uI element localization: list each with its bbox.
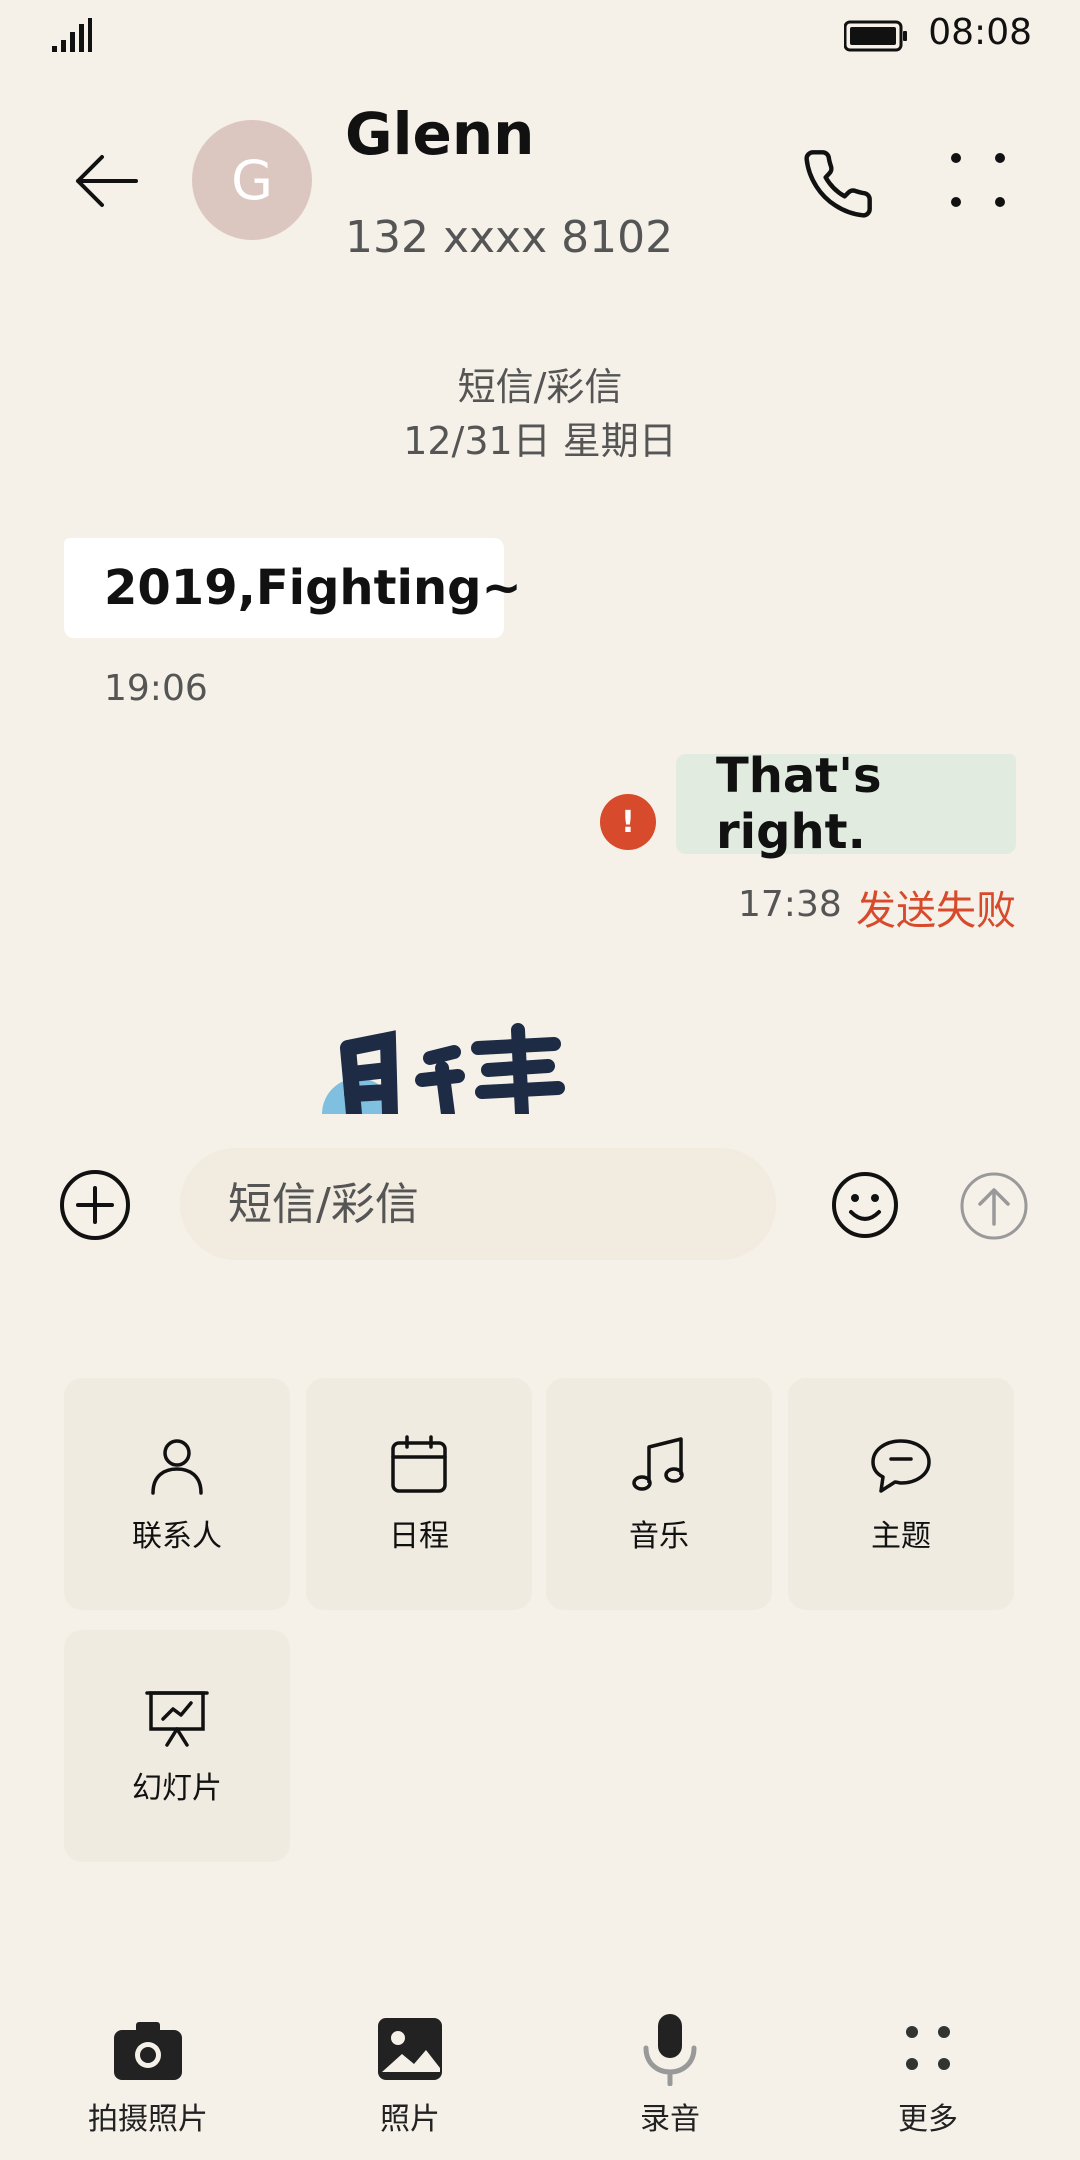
emoji-icon[interactable] [830,1170,900,1240]
dots-grid-icon [906,2026,950,2070]
incoming-message-text: 2019,Fighting~ [104,560,522,616]
contact-number: 132 xxxx 8102 [345,212,674,263]
bottom-label: 更多 [898,2102,958,2137]
contact-name: Glenn [345,100,535,168]
attach-theme-tile[interactable]: 主题 [788,1378,1014,1610]
status-time: 08:08 [928,12,1032,53]
microphone-icon [643,2014,697,2086]
music-note-icon [632,1437,684,1491]
tile-label: 主题 [871,1519,931,1554]
bottom-label: 照片 [380,2102,440,2137]
slideshow-icon [145,1691,209,1747]
tile-label: 幻灯片 [132,1771,222,1806]
date-label: 12/31日 星期日 [403,419,677,463]
send-icon[interactable] [958,1170,1030,1242]
tile-label: 音乐 [629,1519,689,1554]
bottom-label: 录音 [640,2102,700,2137]
record-audio-button[interactable]: 录音 [580,2010,760,2138]
incoming-message-bubble[interactable]: 2019,Fighting~ [64,538,522,638]
outgoing-message-time: 17:38 [738,884,842,925]
message-input[interactable] [180,1148,776,1260]
incoming-message-time: 19:06 [104,668,208,709]
take-photo-button[interactable]: 拍摄照片 [58,2010,238,2138]
calendar-icon [391,1435,447,1493]
send-error-icon[interactable]: ! [600,794,656,850]
photos-button[interactable]: 照片 [320,2010,500,2138]
attach-slideshow-tile[interactable]: 幻灯片 [64,1630,290,1862]
bottom-label: 拍摄照片 [88,2102,208,2137]
more-button[interactable]: 更多 [838,2010,1018,2138]
phone-icon[interactable] [800,146,876,222]
channel-label: 短信/彩信 [457,365,623,409]
camera-icon [114,2022,182,2080]
sticker-image[interactable] [318,1018,578,1114]
chat-bubble-icon [871,1439,931,1493]
send-failed-status[interactable]: 发送失败 [856,878,1016,936]
signal-strength-icon [52,18,92,52]
person-icon [151,1439,203,1495]
outgoing-message-text: That's right. [716,748,882,860]
avatar[interactable]: G [192,120,312,240]
outgoing-message-bubble[interactable]: That's right. [676,748,1016,860]
more-options-icon[interactable] [948,150,1008,210]
battery-icon [844,20,907,52]
back-arrow-icon[interactable] [70,145,142,217]
attach-contact-tile[interactable]: 联系人 [64,1378,290,1610]
image-icon [378,2018,442,2080]
attach-music-tile[interactable]: 音乐 [546,1378,772,1610]
tile-label: 联系人 [132,1519,222,1554]
attach-calendar-tile[interactable]: 日程 [306,1378,532,1610]
tile-label: 日程 [389,1519,449,1554]
add-attachment-icon[interactable] [58,1168,132,1242]
